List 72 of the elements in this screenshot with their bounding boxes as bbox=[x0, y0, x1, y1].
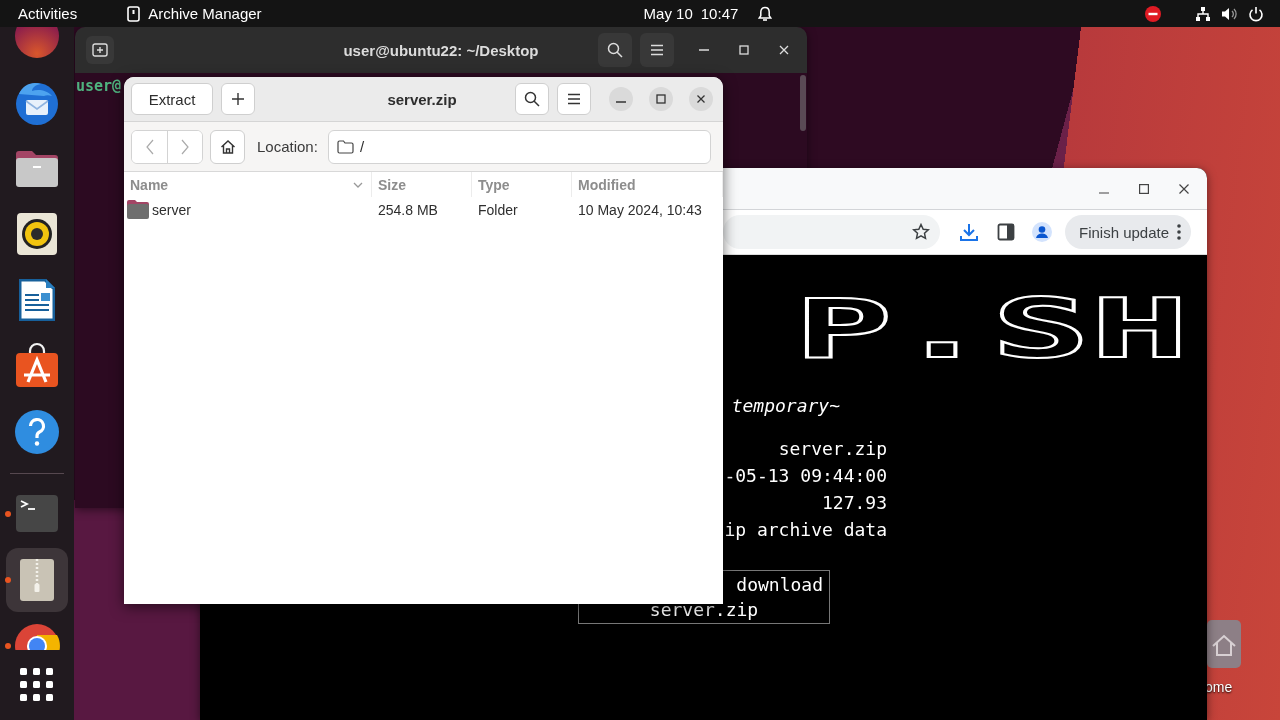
side-panel-button[interactable] bbox=[996, 222, 1016, 242]
search-button[interactable] bbox=[598, 33, 632, 67]
close-button[interactable] bbox=[689, 87, 713, 111]
close-icon bbox=[696, 94, 706, 104]
help-icon[interactable] bbox=[13, 408, 61, 456]
maximize-button[interactable] bbox=[649, 87, 673, 111]
network-icon[interactable] bbox=[1195, 5, 1211, 22]
chevron-left-icon bbox=[145, 138, 154, 155]
close-icon bbox=[779, 45, 789, 55]
app-grid-icon[interactable] bbox=[20, 668, 54, 702]
menu-icon bbox=[567, 93, 581, 105]
volume-icon[interactable] bbox=[1221, 5, 1238, 22]
home-button[interactable] bbox=[210, 129, 245, 164]
add-button[interactable] bbox=[221, 83, 255, 115]
minimize-icon bbox=[616, 100, 626, 103]
location-field[interactable]: / bbox=[327, 129, 711, 164]
chevron-right-icon bbox=[181, 138, 189, 155]
folder-icon bbox=[336, 139, 354, 154]
search-button[interactable] bbox=[515, 83, 549, 115]
table-cell-text: Folder bbox=[477, 201, 519, 218]
shopping-bag-icon[interactable] bbox=[13, 342, 61, 390]
scrollbar[interactable] bbox=[800, 75, 806, 131]
maximize-icon bbox=[656, 94, 666, 104]
icon-label: ome bbox=[1205, 678, 1233, 696]
location-label: Location: bbox=[257, 138, 318, 155]
app-menu-button[interactable]: Archive Manager bbox=[127, 0, 262, 27]
file-row[interactable]: server 254.8 MB Folder 10 May 2024, 10:43 bbox=[124, 197, 723, 222]
page-text: 127.93 bbox=[820, 491, 887, 515]
power-icon[interactable] bbox=[1248, 5, 1264, 22]
new-tab-button[interactable] bbox=[86, 36, 114, 64]
plus-icon bbox=[231, 92, 245, 106]
activities-button[interactable]: Activities bbox=[0, 0, 78, 27]
table-cell-text: 254.8 MB bbox=[377, 201, 439, 218]
page-text: ip archive data bbox=[723, 518, 887, 542]
maximize-icon bbox=[739, 45, 749, 55]
bell-icon bbox=[758, 5, 773, 22]
profile-icon bbox=[1032, 222, 1052, 242]
download-icon bbox=[959, 222, 979, 242]
close-icon bbox=[1179, 183, 1189, 194]
search-icon bbox=[524, 91, 540, 107]
no-entry-icon[interactable] bbox=[1145, 5, 1161, 22]
caret-icon bbox=[353, 181, 363, 188]
star-icon[interactable] bbox=[912, 223, 930, 241]
folder-icon bbox=[126, 199, 150, 220]
extract-button[interactable]: Extract bbox=[131, 83, 213, 115]
home-icon bbox=[219, 138, 236, 155]
terminal-prompt: user@ bbox=[76, 77, 122, 95]
window-title: user@ubuntu22: ~/Desktop bbox=[343, 41, 539, 59]
profile-button[interactable] bbox=[1032, 222, 1052, 242]
page-text: temporary~ bbox=[730, 394, 840, 418]
maximize-icon bbox=[1139, 183, 1149, 194]
minimize-icon bbox=[1099, 191, 1109, 194]
new-tab-icon bbox=[92, 43, 108, 57]
table-cell: server bbox=[152, 201, 191, 218]
menu-dots-icon bbox=[1177, 224, 1182, 240]
table-cell-text: 10 May 2024, 10:43 bbox=[577, 201, 703, 218]
address-field[interactable] bbox=[723, 215, 940, 249]
archive-icon bbox=[127, 5, 141, 22]
menu-button[interactable] bbox=[640, 33, 674, 67]
finish-update-button[interactable]: Finish update bbox=[1065, 215, 1192, 249]
minimize-button[interactable] bbox=[609, 87, 633, 111]
home-icon[interactable] bbox=[1207, 620, 1241, 668]
menu-button[interactable] bbox=[557, 83, 591, 115]
minimize-icon bbox=[699, 49, 709, 51]
clock-button[interactable]: May 10 10:47 bbox=[643, 0, 773, 27]
window-title: server.zip bbox=[387, 90, 457, 108]
search-icon bbox=[607, 42, 623, 58]
download-button[interactable] bbox=[959, 222, 979, 242]
side-panel-icon bbox=[997, 223, 1015, 241]
page-text: -05-13 09:44:00 bbox=[723, 464, 887, 488]
menu-icon bbox=[650, 44, 664, 56]
page-text: server.zip bbox=[777, 437, 887, 461]
